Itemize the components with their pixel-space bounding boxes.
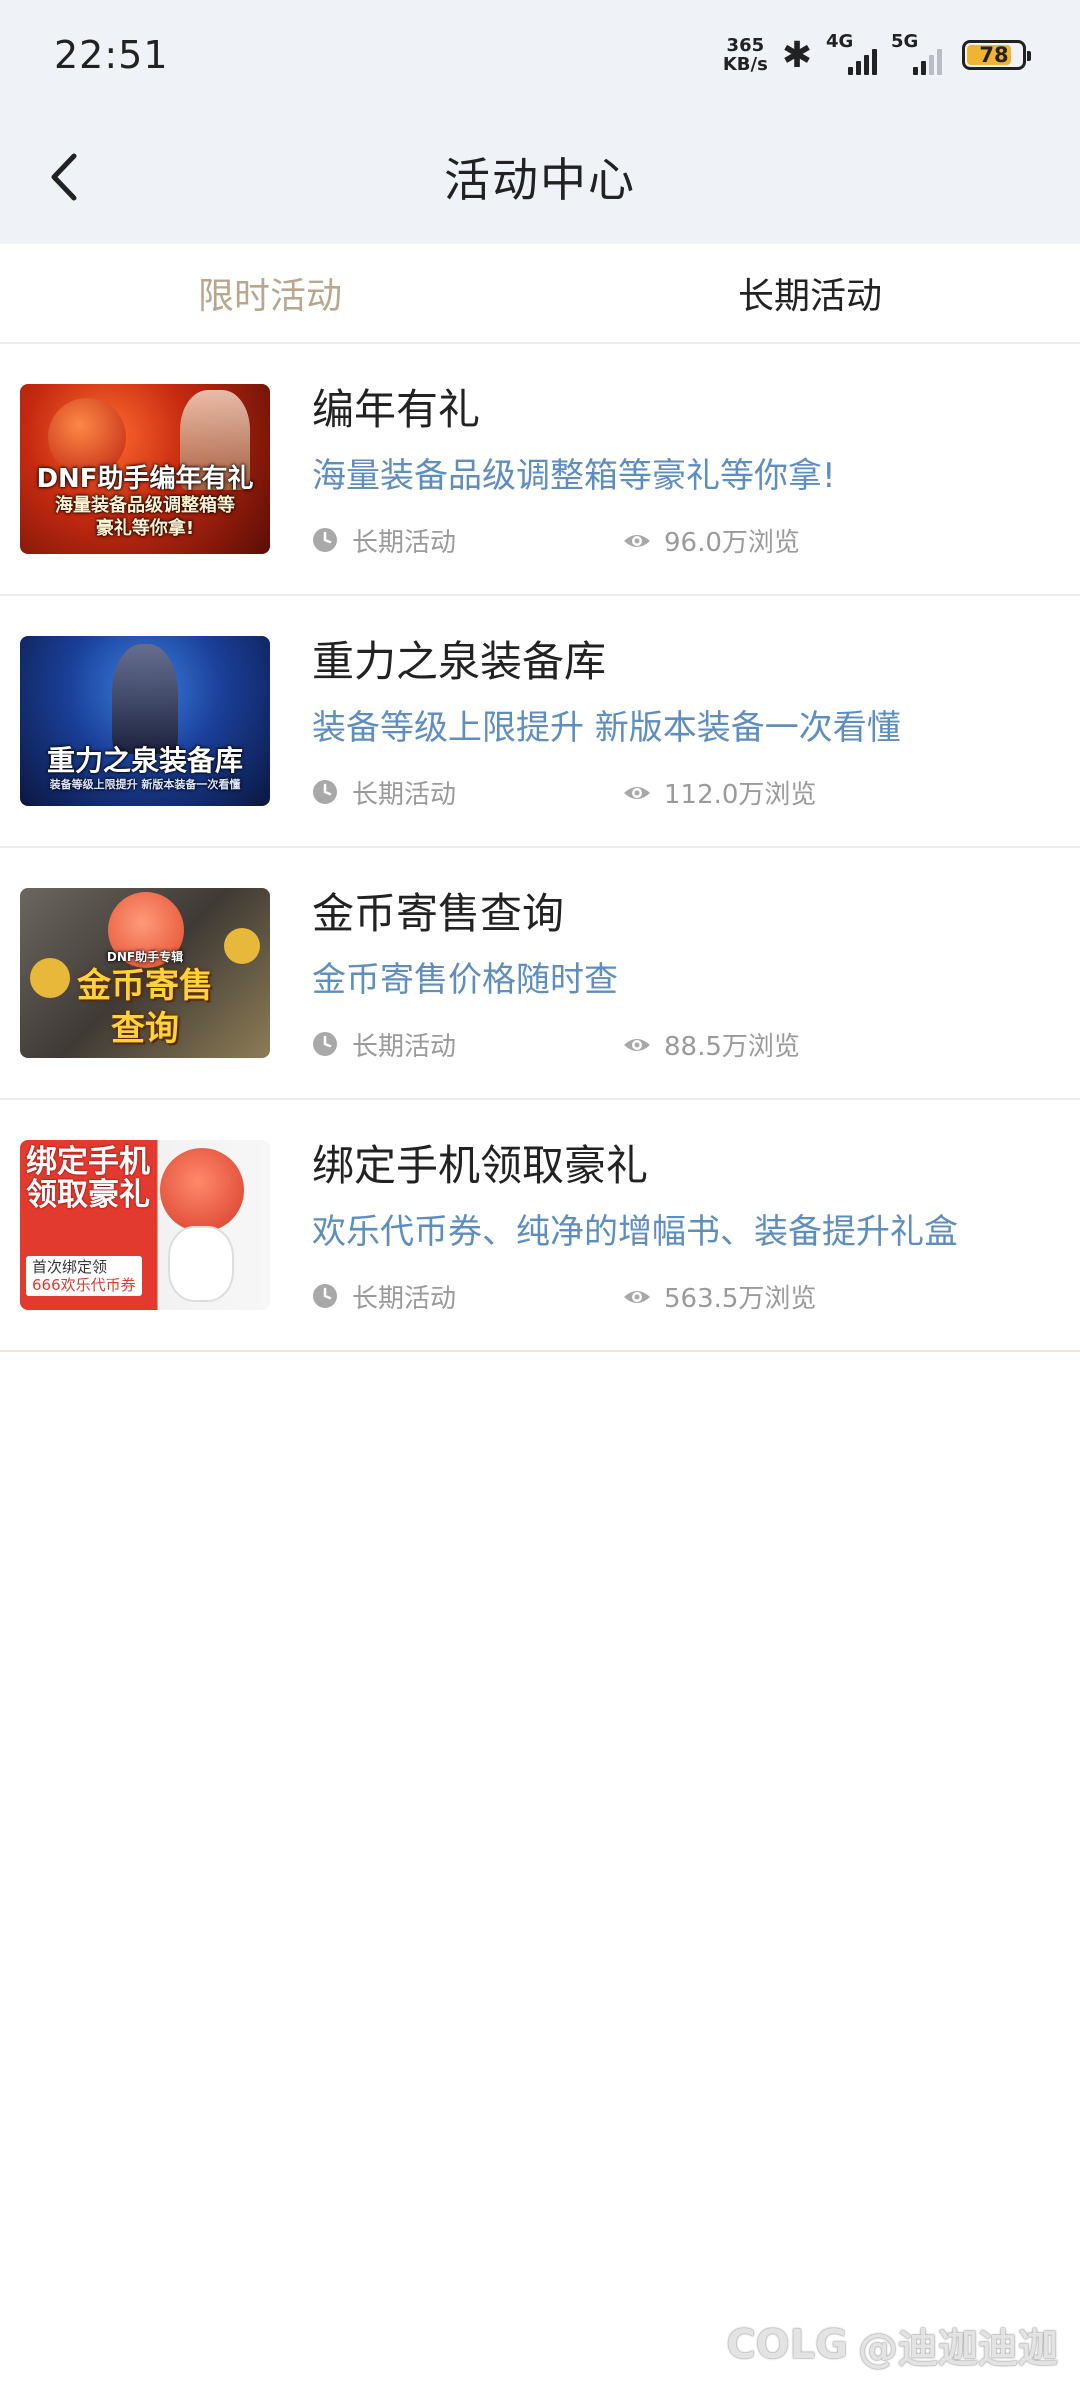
eye-icon	[624, 1291, 650, 1303]
eye-icon	[624, 535, 650, 547]
activity-thumbnail: DNF助手编年有礼 海量装备品级调整箱等 豪礼等你拿!	[20, 384, 270, 554]
bluetooth-icon: ✱	[781, 34, 812, 76]
thumb-sub2: 豪礼等你拿!	[95, 517, 195, 539]
thumb-title: 金币寄售	[77, 966, 213, 1006]
signal-4g-label: 4G	[826, 31, 854, 52]
thumb-title: 绑定手机	[26, 1144, 150, 1180]
watermark-logo: COLG	[726, 2322, 848, 2368]
item-type: 长期活动	[352, 527, 457, 558]
eye-icon	[624, 1039, 650, 1051]
thumb-sub: 装备等级上限提升 新版本装备一次看懂	[49, 778, 241, 792]
item-type: 长期活动	[352, 779, 457, 810]
item-title: 金币寄售查询	[312, 889, 565, 938]
list-item[interactable]: DNF助手编年有礼 海量装备品级调整箱等 豪礼等你拿! 编年有礼 海量装备品级调…	[0, 344, 1080, 596]
thumb-badge: DNF助手专辑	[106, 950, 184, 964]
battery-level: 78	[979, 43, 1009, 67]
tab-long-term[interactable]: 长期活动	[540, 244, 1080, 342]
item-views: 112.0万浏览	[664, 779, 817, 810]
item-title: 绑定手机领取豪礼	[312, 1141, 649, 1190]
item-meta: 长期活动 112.0万浏览	[312, 774, 1052, 810]
item-desc: 金币寄售价格随时查	[312, 960, 618, 1000]
activity-thumbnail: 重力之泉装备库 装备等级上限提升 新版本装备一次看懂	[20, 636, 270, 806]
item-type: 长期活动	[352, 1283, 457, 1314]
net-speed: 365 KB/s	[723, 36, 768, 74]
item-views: 96.0万浏览	[664, 527, 800, 558]
item-meta: 长期活动 563.5万浏览	[312, 1278, 1052, 1314]
item-desc: 装备等级上限提升 新版本装备一次看懂	[312, 708, 901, 748]
signal-5g-label: 5G	[891, 31, 919, 52]
list-item[interactable]: 绑定手机 领取豪礼 首次绑定领 666欢乐代币券 绑定手机领取豪礼 欢乐代币券、…	[0, 1100, 1080, 1352]
thumb-sub: 首次绑定领	[32, 1258, 108, 1276]
thumb-sub: 海量装备品级调整箱等	[55, 495, 235, 516]
thumb-title: DNF助手编年有礼	[36, 463, 254, 494]
thumb-title2: 查询	[111, 1008, 179, 1049]
item-meta: 长期活动 88.5万浏览	[312, 1026, 1052, 1062]
clock-icon	[313, 1284, 337, 1308]
tab-limited-time[interactable]: 限时活动	[0, 244, 540, 342]
thumb-title: 重力之泉装备库	[46, 744, 243, 778]
item-desc: 欢乐代币券、纯净的增幅书、装备提升礼盒	[312, 1212, 958, 1252]
net-speed-value: 365	[726, 35, 765, 56]
signal-4g-icon: 4G	[826, 31, 877, 75]
activity-thumbnail: 绑定手机 领取豪礼 首次绑定领 666欢乐代币券	[20, 1140, 270, 1310]
battery-icon: 78	[962, 40, 1031, 70]
item-views: 563.5万浏览	[664, 1283, 817, 1314]
item-title: 编年有礼	[312, 385, 481, 434]
tab-bar: 限时活动 长期活动	[0, 244, 1080, 344]
clock-icon	[313, 780, 337, 804]
nav-bar: 活动中心	[0, 110, 1080, 244]
list-item[interactable]: 重力之泉装备库 装备等级上限提升 新版本装备一次看懂 重力之泉装备库 装备等级上…	[0, 596, 1080, 848]
item-meta: 长期活动 96.0万浏览	[312, 522, 1052, 558]
signal-5g-icon: 5G	[891, 31, 942, 75]
status-icons: 365 KB/s ✱ 4G 5G 78	[723, 31, 1031, 76]
watermark: COLG @迪迦迪迦	[726, 2316, 1058, 2374]
thumb-title2: 领取豪礼	[26, 1176, 150, 1213]
clock-icon	[313, 528, 337, 552]
activity-thumbnail: DNF助手专辑 金币寄售 查询	[20, 888, 270, 1058]
status-bar: 22:51 365 KB/s ✱ 4G 5G 78	[0, 0, 1080, 110]
list-item[interactable]: DNF助手专辑 金币寄售 查询 金币寄售查询 金币寄售价格随时查 长期活动 88…	[0, 848, 1080, 1100]
item-desc: 海量装备品级调整箱等豪礼等你拿!	[312, 456, 836, 496]
thumb-sub2: 666欢乐代币券	[32, 1276, 136, 1294]
activity-list: DNF助手编年有礼 海量装备品级调整箱等 豪礼等你拿! 编年有礼 海量装备品级调…	[0, 344, 1080, 1352]
item-views: 88.5万浏览	[664, 1031, 800, 1062]
item-title: 重力之泉装备库	[312, 637, 607, 686]
net-speed-unit: KB/s	[722, 54, 768, 75]
eye-icon	[624, 787, 650, 799]
page-title: 活动中心	[444, 153, 636, 207]
item-type: 长期活动	[352, 1031, 457, 1062]
back-arrow-icon[interactable]	[44, 146, 92, 208]
watermark-user: @迪迦迪迦	[858, 2326, 1058, 2372]
status-time: 22:51	[54, 33, 169, 77]
clock-icon	[313, 1032, 337, 1056]
